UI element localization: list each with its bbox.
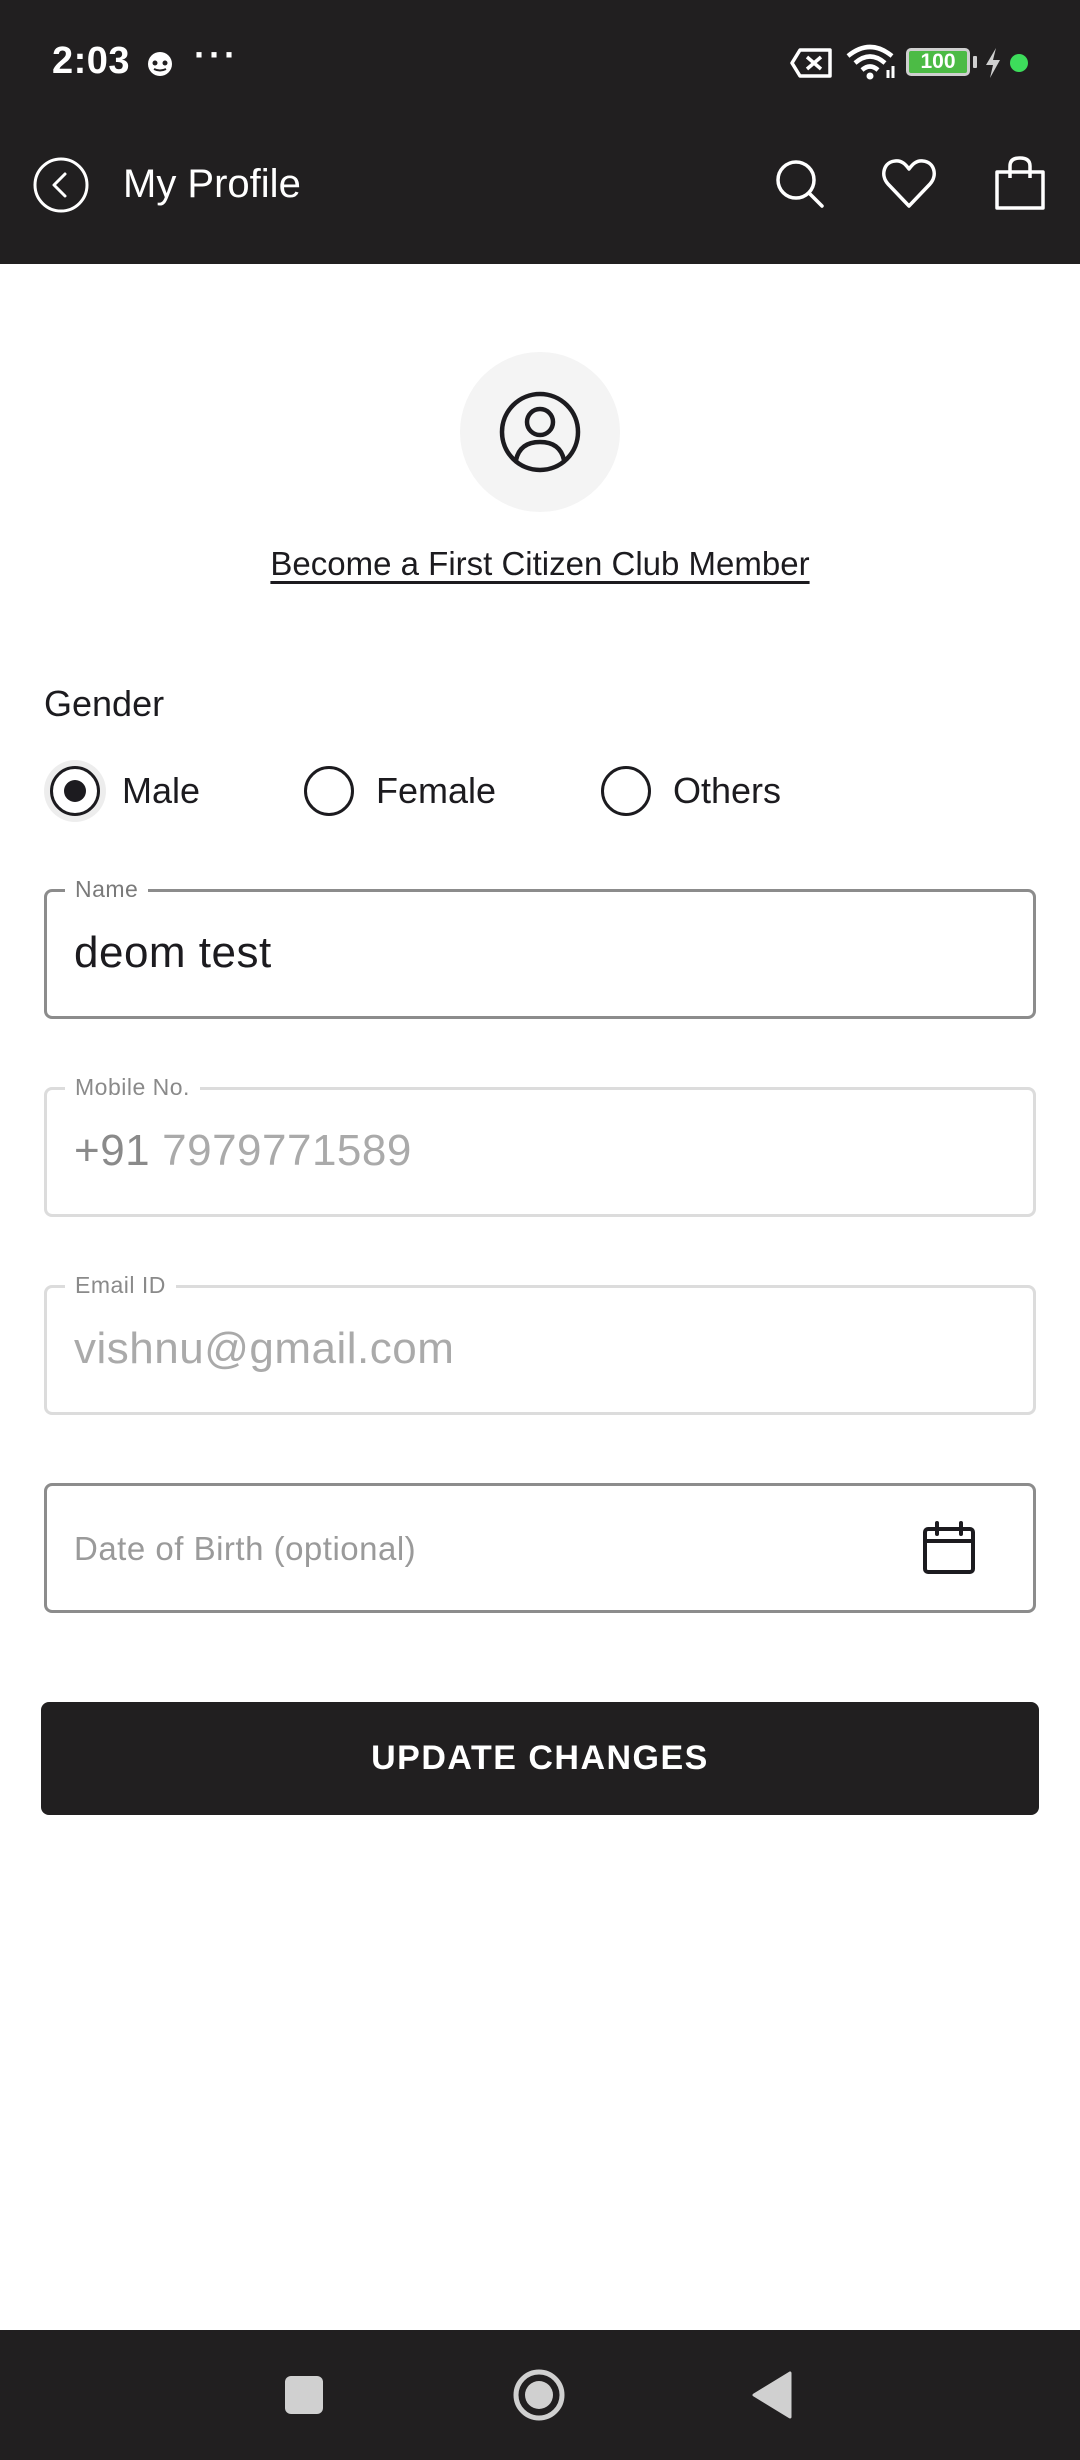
name-field-label: Name [65,876,149,903]
date-of-birth-field[interactable]: Date of Birth (optional) [44,1483,1036,1613]
name-field[interactable]: Name deom test [44,876,1036,1019]
status-time: 2:03 [52,40,131,82]
battery-tip [973,56,977,68]
radio-selected-icon [50,766,100,816]
battery-icon: 100 [906,48,970,76]
notification-app-icon [145,48,175,83]
triangle-back-icon [752,2371,792,2419]
email-field-value: vishnu@gmail.com [74,1324,455,1373]
chevron-left-circle-icon [33,157,89,213]
home-button[interactable] [512,2368,566,2422]
mobile-field-label: Mobile No. [65,1074,200,1101]
update-changes-button[interactable]: UPDATE CHANGES [41,1702,1039,1815]
notification-dot [1010,54,1028,72]
charging-icon [983,46,1003,85]
mobile-field-value-wrap: +91 7979771589 [74,1126,412,1176]
calendar-button[interactable] [921,1520,977,1576]
more-notifications-icon: ··· [194,34,239,75]
email-field-label: Email ID [65,1272,176,1299]
radio-unselected-icon [601,766,651,816]
calendar-icon [923,1521,975,1574]
status-bar: 2:03 ··· 100 [0,0,1080,130]
app-bar: My Profile [0,130,1080,264]
back-button[interactable] [32,156,90,214]
country-code-prefix: +91 [74,1126,151,1175]
gender-option-label: Others [673,770,782,811]
wishlist-button[interactable] [880,156,938,212]
search-icon [776,160,824,208]
shopping-bag-icon [995,156,1045,210]
user-avatar-icon [499,391,581,473]
no-sim-icon [790,48,834,83]
email-field: Email ID vishnu@gmail.com [44,1272,1036,1415]
battery-level: 100 [920,50,956,73]
profile-avatar[interactable] [460,352,620,512]
gender-option-label: Male [122,770,201,811]
date-of-birth-placeholder: Date of Birth (optional) [74,1530,417,1567]
radio-unselected-icon [304,766,354,816]
search-button[interactable] [772,156,828,212]
wifi-icon [846,44,898,85]
mobile-field-value: 7979771589 [162,1126,412,1175]
gender-label: Gender [44,683,165,724]
system-back-button[interactable] [752,2370,792,2420]
club-membership-link[interactable]: Become a First Citizen Club Member [0,545,1080,583]
page-title: My Profile [123,162,301,206]
gender-option-others[interactable]: Others [601,763,781,819]
home-circle-icon [513,2369,565,2421]
gender-option-male[interactable]: Male [50,763,200,819]
recent-apps-button[interactable] [285,2376,323,2414]
mobile-field: Mobile No. +91 7979771589 [44,1074,1036,1217]
gender-option-female[interactable]: Female [304,763,496,819]
heart-icon [882,159,936,208]
system-navigation-bar [0,2330,1080,2460]
name-field-value: deom test [74,928,272,977]
shopping-bag-button[interactable] [992,154,1048,212]
gender-option-label: Female [376,770,497,811]
